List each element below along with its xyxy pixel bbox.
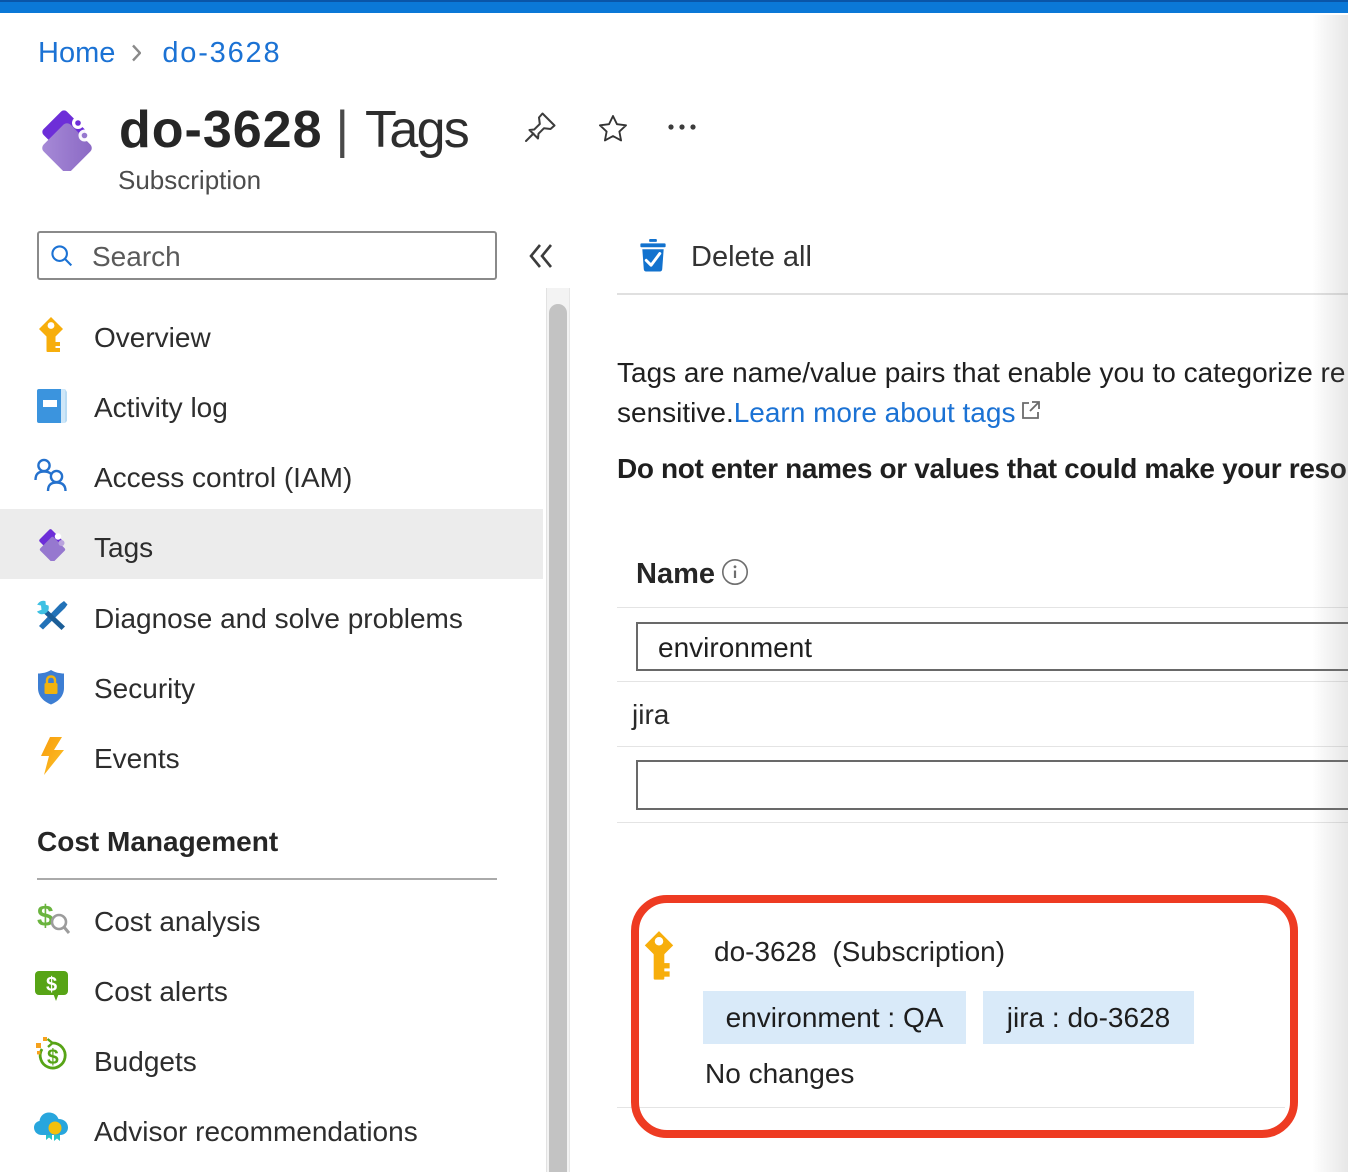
svg-text:$: $ (37, 902, 54, 933)
svg-text:$: $ (46, 974, 57, 996)
svg-text:$: $ (47, 1046, 59, 1069)
